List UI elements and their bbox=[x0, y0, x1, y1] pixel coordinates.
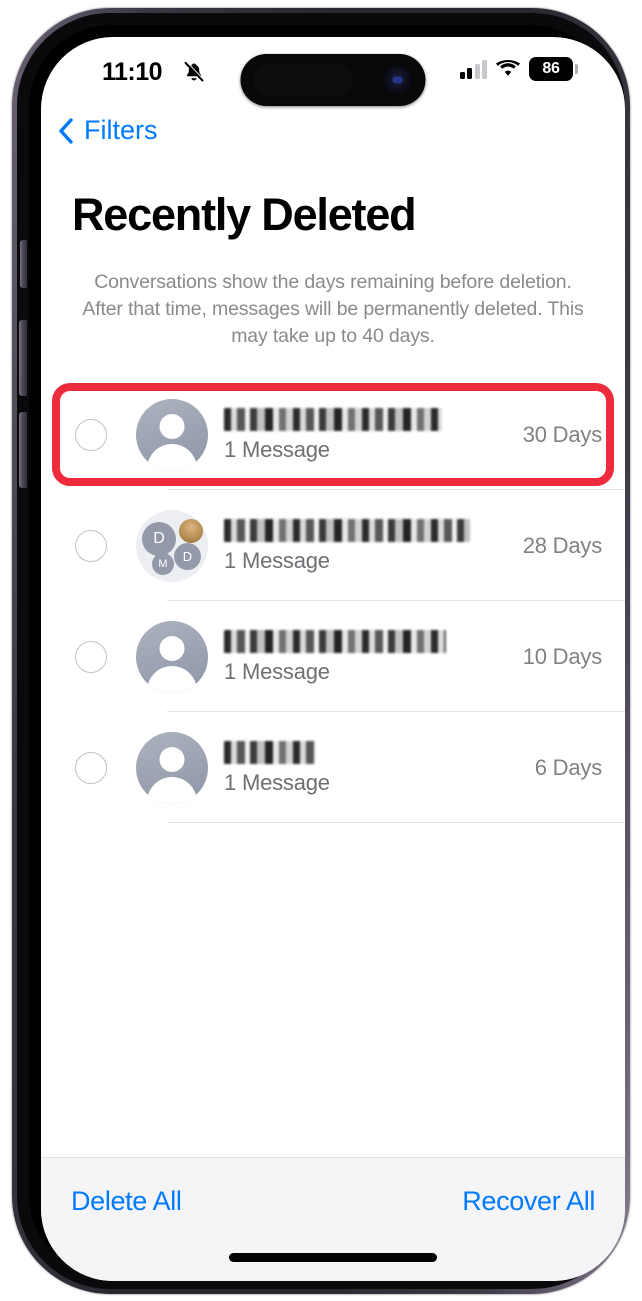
conversation-row[interactable]: 1 Message 10 Days bbox=[41, 601, 625, 712]
bottom-toolbar: Delete All Recover All bbox=[41, 1157, 625, 1281]
conversation-text: 1 Message bbox=[224, 510, 523, 582]
phone-frame: 11:10 86 Filters Recently Deleted Conver… bbox=[12, 8, 630, 1294]
message-count: 1 Message bbox=[224, 547, 330, 573]
contact-name-redacted bbox=[224, 629, 446, 653]
conversation-list: 1 Message 30 Days D D M 1 Message 28 Days 1 Mes… bbox=[41, 379, 625, 823]
back-button[interactable]: Filters bbox=[58, 115, 158, 146]
bell-slash-icon bbox=[184, 61, 204, 82]
group-avatar: DDM bbox=[136, 509, 208, 582]
list-description: Conversations show the days remaining be… bbox=[82, 271, 584, 347]
home-indicator[interactable] bbox=[229, 1253, 437, 1262]
row-separator bbox=[167, 822, 625, 823]
status-bar: 11:10 86 bbox=[41, 37, 625, 106]
dynamic-island-pill bbox=[252, 64, 353, 96]
navigation-bar: Filters bbox=[41, 115, 625, 167]
contact-avatar bbox=[136, 620, 208, 693]
select-circle-checkbox[interactable] bbox=[75, 418, 107, 451]
days-remaining: 28 Days bbox=[522, 532, 603, 558]
contact-name-redacted bbox=[224, 407, 442, 431]
avatar-head bbox=[159, 635, 185, 661]
message-count: 1 Message bbox=[224, 769, 330, 795]
status-bar-time: 11:10 bbox=[102, 58, 163, 86]
select-circle-checkbox[interactable] bbox=[75, 529, 107, 562]
action-button[interactable] bbox=[20, 240, 27, 288]
avatar-head bbox=[159, 413, 185, 439]
phone-screen: 11:10 86 Filters Recently Deleted Conver… bbox=[41, 37, 625, 1281]
contact-avatar bbox=[136, 731, 208, 804]
recover-all-button[interactable]: Recover All bbox=[462, 1186, 595, 1217]
camera-lens bbox=[392, 76, 403, 84]
conversation-row[interactable]: 1 Message 6 Days bbox=[41, 712, 625, 823]
volume-up-button[interactable] bbox=[19, 320, 27, 396]
conversation-row[interactable]: 1 Message 30 Days bbox=[41, 379, 625, 490]
wifi-icon bbox=[495, 60, 521, 76]
dynamic-island[interactable] bbox=[240, 54, 426, 106]
days-remaining: 30 Days bbox=[522, 421, 603, 447]
battery-icon: 86 bbox=[529, 57, 578, 81]
message-count: 1 Message bbox=[224, 436, 330, 462]
contact-name-redacted bbox=[224, 740, 316, 764]
volume-down-button[interactable] bbox=[19, 412, 27, 488]
status-bar-indicators: 86 bbox=[459, 57, 578, 81]
days-remaining: 6 Days bbox=[534, 754, 602, 780]
battery-tip bbox=[575, 64, 578, 74]
contact-avatar bbox=[136, 398, 208, 471]
group-avatar-initial: M bbox=[152, 552, 174, 575]
battery-level: 86 bbox=[542, 60, 560, 77]
cellular-signal-icon bbox=[459, 59, 487, 79]
conversation-text: 1 Message bbox=[224, 399, 523, 471]
page-title: Recently Deleted bbox=[72, 189, 417, 240]
conversation-text: 1 Message bbox=[224, 621, 523, 693]
conversation-row[interactable]: DDM 1 Message 28 Days bbox=[41, 490, 625, 601]
avatar-body bbox=[147, 443, 197, 471]
avatar-body bbox=[147, 776, 197, 804]
back-button-label: Filters bbox=[84, 115, 158, 145]
days-remaining: 10 Days bbox=[522, 643, 603, 669]
message-count: 1 Message bbox=[224, 658, 330, 684]
group-avatar-initial: D bbox=[142, 521, 176, 556]
conversation-text: 1 Message bbox=[224, 732, 535, 804]
select-circle-checkbox[interactable] bbox=[75, 640, 107, 673]
delete-all-button[interactable]: Delete All bbox=[71, 1186, 182, 1217]
front-camera-icon bbox=[383, 66, 412, 94]
group-avatar-initial: D bbox=[174, 542, 201, 570]
select-circle-checkbox[interactable] bbox=[75, 751, 107, 784]
avatar-head bbox=[159, 746, 185, 772]
chevron-left-icon bbox=[59, 117, 73, 144]
group-avatar-photo bbox=[179, 518, 203, 543]
contact-name-redacted bbox=[224, 518, 470, 542]
avatar-body bbox=[147, 665, 197, 693]
